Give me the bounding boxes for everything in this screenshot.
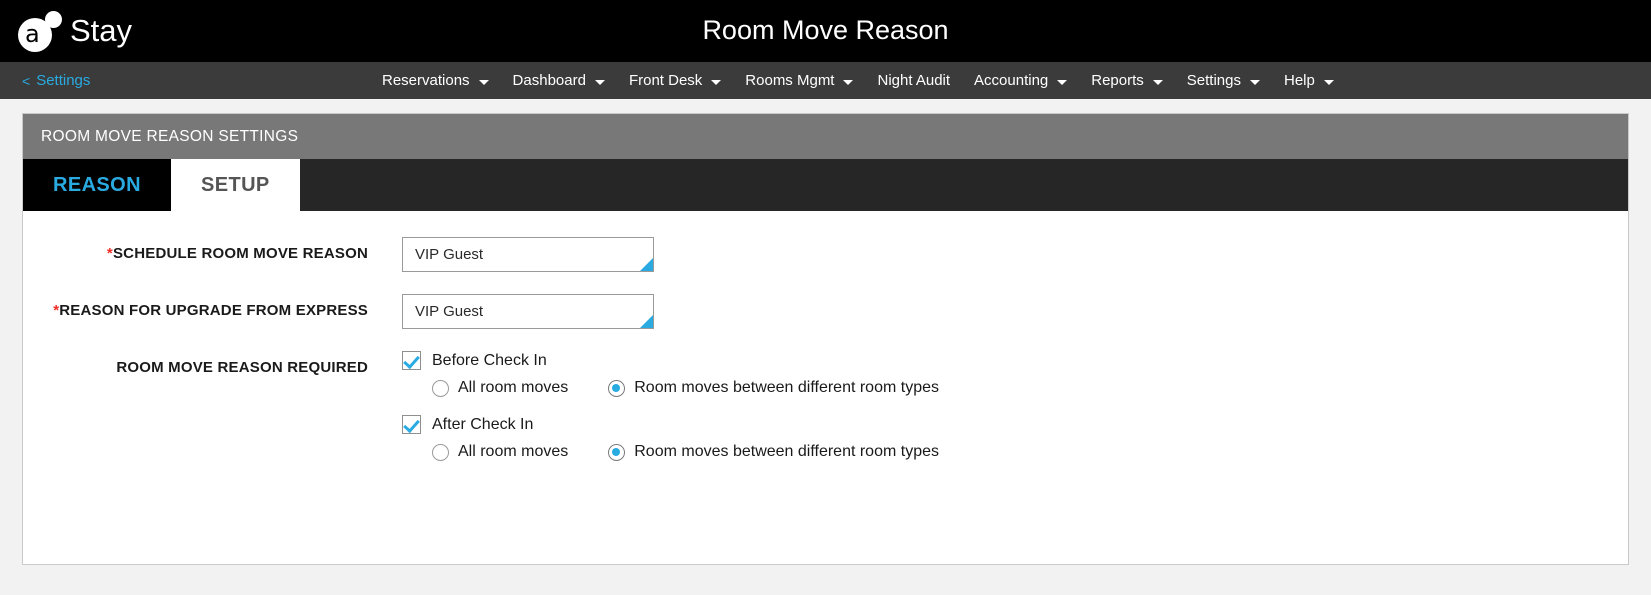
chevron-down-icon bbox=[1249, 79, 1260, 85]
brand-logo[interactable]: a Stay bbox=[18, 8, 132, 54]
checkbox-label: After Check In bbox=[432, 415, 534, 433]
nav-label: Rooms Mgmt bbox=[745, 72, 835, 89]
logo-dot-shape bbox=[45, 11, 62, 28]
form-row-schedule-reason: *SCHEDULE ROOM MOVE REASON VIP Guest bbox=[23, 237, 1628, 272]
panel-title: ROOM MOVE REASON SETTINGS bbox=[41, 127, 299, 145]
main-navbar: < Settings Reservations Dashboard Front … bbox=[0, 61, 1651, 99]
resize-corner-icon bbox=[640, 258, 653, 271]
radio-icon[interactable] bbox=[608, 443, 626, 461]
selected-value: VIP Guest bbox=[415, 303, 484, 320]
nav-item-rooms-mgmt[interactable]: Rooms Mgmt bbox=[733, 62, 865, 100]
upgrade-reason-select[interactable]: VIP Guest bbox=[402, 294, 654, 329]
nav-label: Help bbox=[1283, 72, 1315, 89]
nav-item-settings[interactable]: Settings bbox=[1175, 62, 1272, 100]
tab-setup[interactable]: SETUP bbox=[170, 159, 300, 211]
nav-label: Front Desk bbox=[628, 72, 703, 89]
after-check-in-radio-group: All room moves Room moves between differ… bbox=[432, 443, 939, 461]
label-text: SCHEDULE ROOM MOVE REASON bbox=[112, 245, 368, 262]
chevron-down-icon bbox=[1152, 79, 1163, 85]
radio-icon[interactable] bbox=[432, 443, 449, 461]
chevron-down-icon bbox=[478, 79, 489, 85]
nav-label: Accounting bbox=[974, 72, 1049, 89]
radio-after-all-room-moves[interactable]: All room moves bbox=[432, 443, 568, 461]
before-check-in-radio-group: All room moves Room moves between differ… bbox=[432, 379, 939, 397]
upgrade-reason-label: *REASON FOR UPGRADE FROM EXPRESS bbox=[23, 294, 368, 321]
checkbox-before-check-in[interactable] bbox=[402, 351, 421, 370]
nav-label: Settings bbox=[1186, 72, 1241, 89]
tabstrip: REASON SETUP bbox=[23, 159, 1628, 211]
nav-label: Night Audit bbox=[877, 72, 951, 89]
panel-header: ROOM MOVE REASON SETTINGS bbox=[23, 114, 1628, 159]
radio-label: All room moves bbox=[458, 379, 569, 396]
selected-value: VIP Guest bbox=[415, 246, 484, 263]
form-row-upgrade-reason: *REASON FOR UPGRADE FROM EXPRESS VIP Gue… bbox=[23, 294, 1628, 329]
checkbox-after-check-in[interactable] bbox=[402, 415, 421, 434]
schedule-reason-control: VIP Guest bbox=[402, 237, 654, 272]
radio-label: All room moves bbox=[458, 443, 569, 460]
nav-label: Reports bbox=[1091, 72, 1144, 89]
logo-wordmark: Stay bbox=[70, 13, 133, 48]
radio-label: Room moves between different room types bbox=[634, 379, 939, 396]
chevron-down-icon bbox=[1323, 79, 1334, 85]
reason-required-label: ROOM MOVE REASON REQUIRED bbox=[116, 359, 368, 376]
logo-letter: a bbox=[25, 20, 40, 48]
radio-before-different-room-types[interactable]: Room moves between different room types bbox=[608, 379, 939, 397]
nav-item-front-desk[interactable]: Front Desk bbox=[617, 62, 733, 100]
nav-item-accounting[interactable]: Accounting bbox=[962, 62, 1079, 100]
back-link-label: Settings bbox=[36, 72, 91, 89]
form-row-reason-required: ROOM MOVE REASON REQUIRED Before Check I… bbox=[23, 351, 1628, 479]
after-check-in-row[interactable]: After Check In bbox=[402, 415, 939, 434]
nav-item-help[interactable]: Help bbox=[1272, 62, 1346, 100]
back-to-settings-link[interactable]: < Settings bbox=[22, 72, 90, 89]
setup-form: *SCHEDULE ROOM MOVE REASON VIP Guest *RE… bbox=[23, 211, 1628, 479]
chevron-down-icon bbox=[711, 79, 722, 85]
nav-label: Reservations bbox=[382, 72, 470, 89]
radio-after-different-room-types[interactable]: Room moves between different room types bbox=[608, 443, 939, 461]
tab-label: SETUP bbox=[200, 173, 270, 196]
nav-item-reports[interactable]: Reports bbox=[1079, 62, 1175, 100]
logo-icon: a bbox=[18, 10, 68, 52]
before-check-in-row[interactable]: Before Check In bbox=[402, 351, 939, 370]
reason-required-control: Before Check In All room moves Room move… bbox=[402, 351, 939, 479]
schedule-reason-select[interactable]: VIP Guest bbox=[402, 237, 654, 272]
chevron-left-icon: < bbox=[22, 72, 31, 89]
upgrade-reason-control: VIP Guest bbox=[402, 294, 654, 329]
chevron-down-icon bbox=[843, 79, 854, 85]
radio-before-all-room-moves[interactable]: All room moves bbox=[432, 379, 568, 397]
radio-icon[interactable] bbox=[432, 379, 449, 397]
top-header: a Stay Room Move Reason bbox=[0, 0, 1651, 61]
checkbox-label: Before Check In bbox=[432, 351, 547, 369]
nav-items: Reservations Dashboard Front Desk Rooms … bbox=[370, 62, 1346, 100]
nav-item-reservations[interactable]: Reservations bbox=[370, 62, 501, 100]
radio-icon[interactable] bbox=[608, 379, 626, 397]
nav-label: Dashboard bbox=[512, 72, 586, 89]
chevron-down-icon bbox=[1057, 79, 1068, 85]
nav-item-dashboard[interactable]: Dashboard bbox=[501, 62, 617, 100]
label-text: REASON FOR UPGRADE FROM EXPRESS bbox=[59, 302, 368, 319]
tab-label: REASON bbox=[53, 173, 141, 196]
app-window: a Stay Room Move Reason < Settings Reser… bbox=[0, 0, 1651, 595]
chevron-down-icon bbox=[594, 79, 605, 85]
resize-corner-icon bbox=[640, 315, 653, 328]
schedule-reason-label: *SCHEDULE ROOM MOVE REASON bbox=[23, 237, 368, 264]
radio-label: Room moves between different room types bbox=[634, 443, 939, 460]
page-title: Room Move Reason bbox=[702, 15, 949, 45]
content-area: ROOM MOVE REASON SETTINGS REASON SETUP *… bbox=[0, 99, 1651, 595]
settings-panel: ROOM MOVE REASON SETTINGS REASON SETUP *… bbox=[22, 113, 1629, 565]
nav-item-night-audit[interactable]: Night Audit bbox=[865, 62, 962, 100]
tab-reason[interactable]: REASON bbox=[23, 159, 171, 211]
